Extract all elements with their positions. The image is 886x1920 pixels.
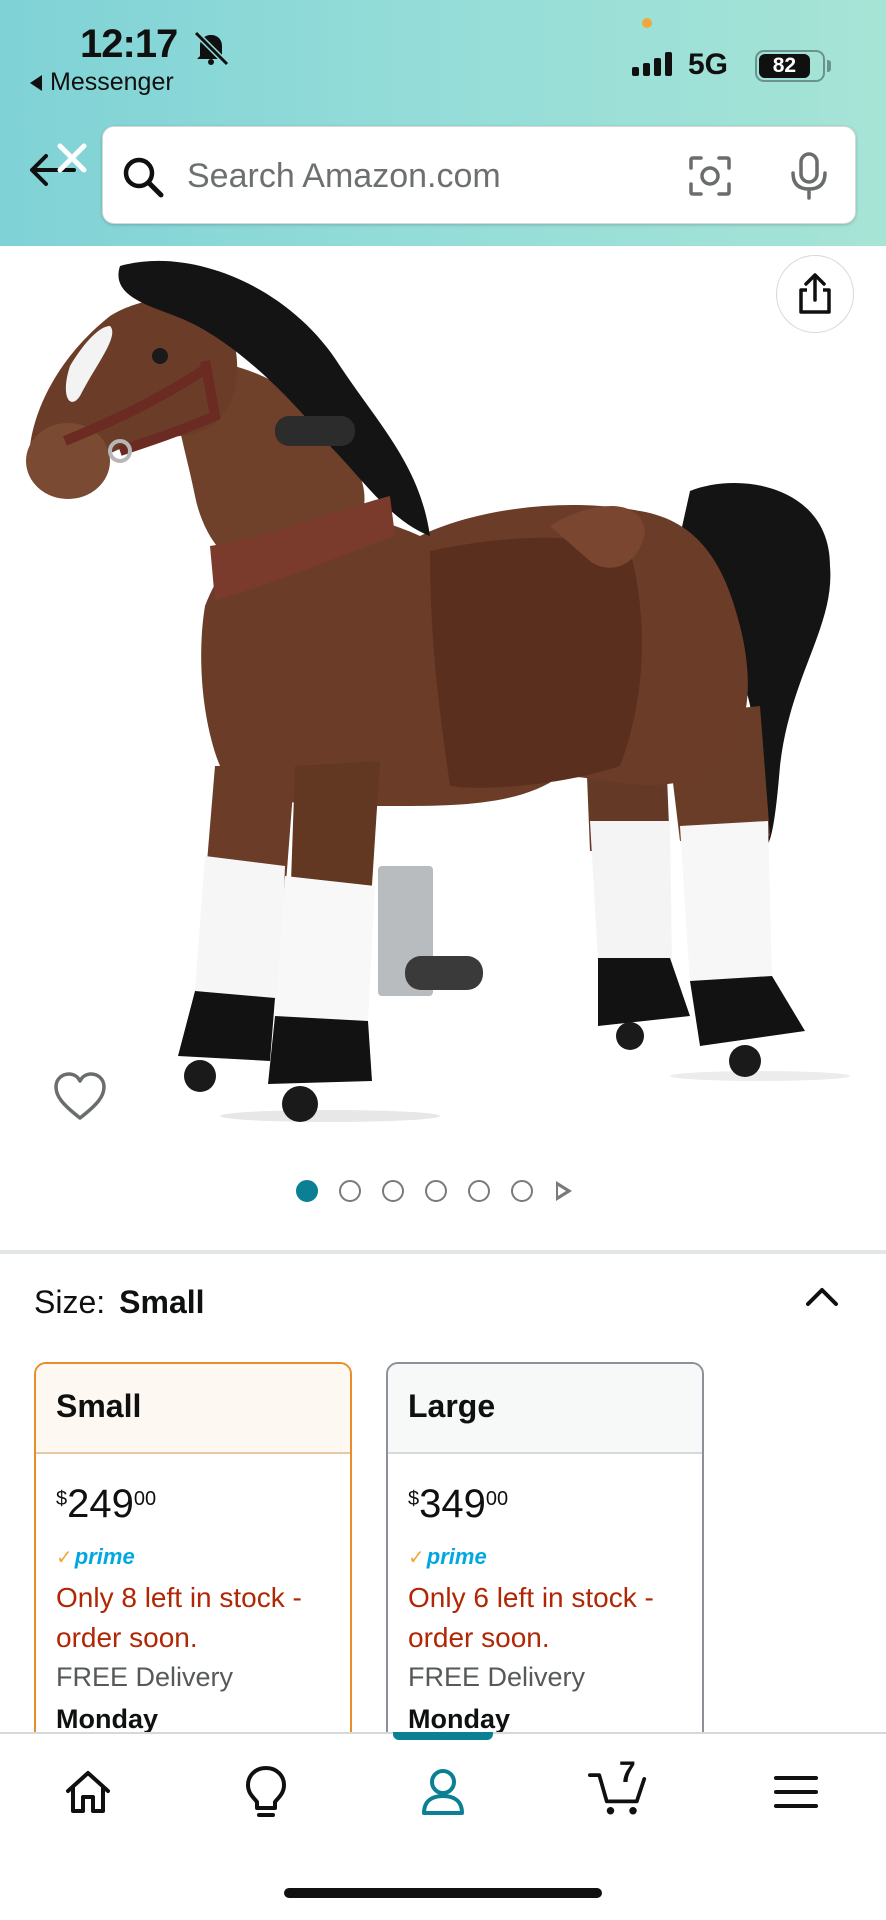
horse-saddle [430,537,642,788]
wheel [729,1045,761,1077]
battery-cap [827,60,831,72]
active-tab-indicator [393,1732,493,1740]
delivery-text: FREE Delivery [56,1662,234,1692]
horse-back-hoof-1 [598,958,690,1026]
price-whole: 349 [419,1482,486,1526]
microphone-icon[interactable] [787,151,831,201]
cart-icon [588,1773,647,1815]
pagination-dot[interactable] [425,1180,447,1202]
delivery-day: Monday [408,1704,511,1734]
handle-bar [275,416,355,446]
lightbulb-icon [246,1766,286,1817]
pagination-dot[interactable] [296,1180,318,1202]
share-icon [799,273,831,314]
option-price: $349 00 [408,1482,508,1526]
floor-shadow [220,1110,440,1122]
header: 12:17 Messenger 5G 82 [0,0,886,246]
option-name: Large [388,1364,702,1454]
horse-front-sock-2 [275,876,375,1021]
bell-slash-icon [193,30,230,66]
horse-front-hoof-2 [268,1016,372,1084]
play-triangle [556,1181,572,1201]
prime-check-icon: ✓ [408,1546,425,1569]
nav-home[interactable] [58,1762,118,1822]
pagination-dot[interactable] [511,1180,533,1202]
home-indicator[interactable] [284,1888,602,1898]
stock-warning: Only 8 left in stock - order soon. [56,1582,302,1653]
nav-inspire[interactable] [236,1762,296,1822]
price-fraction: 00 [133,1488,157,1510]
wheel [616,1022,644,1050]
size-option-large[interactable]: Large $349 00 ✓ prime Only 6 left in stock… [386,1362,704,1782]
back-to-app-link[interactable]: Messenger [30,68,174,97]
home-icon [66,1771,110,1813]
horse-front-hoof-1 [178,991,275,1061]
back-triangle-icon [30,74,42,91]
prime-badge: ✓ prime [56,1544,135,1570]
size-option-small[interactable]: Small $249 00 ✓ prime Only 8 left in stock… [34,1362,352,1782]
horse-front-sock-1 [195,856,285,1001]
size-label: Size: [34,1284,106,1320]
cellular-signal-icon [632,52,672,76]
stock-warning: Only 6 left in stock - order soon. [408,1582,654,1653]
price-symbol: $ [56,1488,68,1510]
pagination-dot[interactable] [339,1180,361,1202]
price-whole: 249 [67,1482,134,1526]
search-input[interactable] [187,153,647,199]
option-price: $249 00 [56,1482,156,1526]
battery-level: 82 [759,54,810,78]
delivery-text: FREE Delivery [408,1662,586,1692]
size-selected-value: Small [119,1284,205,1320]
prime-check-icon: ✓ [56,1546,73,1569]
battery-icon: 82 [755,50,825,82]
horse-back-hoof-2 [690,976,805,1046]
nav-menu[interactable] [766,1762,826,1822]
network-type: 5G [688,48,729,81]
heart-icon[interactable] [52,1070,108,1124]
menu-icon [774,1776,818,1808]
search-icon[interactable] [121,155,165,199]
wheel [184,1060,216,1092]
camera-search-icon[interactable] [687,154,733,198]
horse-back-sock-2 [680,821,772,984]
section-divider [0,1250,886,1254]
product-image-horse[interactable] [0,246,886,1146]
close-icon[interactable] [52,138,92,178]
prime-label: prime [426,1544,487,1569]
share-button[interactable] [776,255,854,333]
prime-badge: ✓ prime [408,1544,487,1570]
horse-eye [152,348,168,364]
floor-shadow-2 [670,1071,850,1081]
account-icon [422,1769,464,1815]
cart-count-badge: 7 [619,1756,636,1789]
wheel [282,1086,318,1122]
search-bar[interactable] [102,126,856,224]
image-pagination-dots[interactable] [296,1180,574,1202]
pagination-dot[interactable] [382,1180,404,1202]
horse-back-sock-1 [590,821,672,966]
prime-label: prime [74,1544,135,1569]
nav-cart[interactable] [588,1762,648,1822]
play-video-icon[interactable] [554,1180,574,1202]
price-fraction: 00 [485,1488,509,1510]
option-name: Small [36,1364,350,1454]
pagination-dot[interactable] [468,1180,490,1202]
back-app-label: Messenger [50,68,174,96]
status-time: 12:17 [80,22,178,66]
chevron-up-icon[interactable] [802,1282,842,1312]
price-symbol: $ [408,1488,420,1510]
privacy-indicator-dot [642,18,652,28]
pedal-handle [405,956,483,990]
nav-account[interactable] [413,1762,473,1822]
delivery-day: Monday [56,1704,159,1734]
size-selector-label[interactable]: Size: Small [34,1284,205,1321]
